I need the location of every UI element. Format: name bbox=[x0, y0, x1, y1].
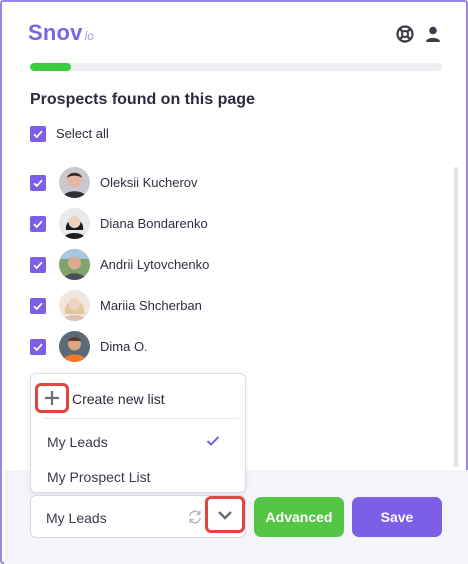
create-new-list-option[interactable]: Create new list bbox=[31, 374, 245, 418]
plus-icon[interactable] bbox=[35, 383, 69, 413]
logo-sub-text: io bbox=[84, 29, 94, 43]
prospect-name: Diana Bondarenko bbox=[100, 216, 208, 231]
advanced-button[interactable]: Advanced bbox=[254, 497, 344, 537]
prospect-checkbox[interactable] bbox=[30, 298, 46, 314]
select-all-checkbox[interactable] bbox=[30, 126, 46, 142]
progress-fill bbox=[30, 63, 72, 71]
prospect-checkbox[interactable] bbox=[30, 339, 46, 355]
dropdown-divider bbox=[43, 418, 239, 419]
avatar bbox=[59, 290, 90, 321]
prospect-checkbox[interactable] bbox=[30, 216, 46, 232]
prospect-checkbox[interactable] bbox=[30, 257, 46, 273]
list-select-value: My Leads bbox=[46, 510, 107, 526]
prospect-row[interactable]: Oleksii Kucherov bbox=[2, 163, 442, 203]
dropdown-option-my-prospect-list[interactable]: My Prospect List bbox=[47, 469, 150, 485]
logo-main-text: Snov bbox=[28, 20, 83, 45]
prospect-row[interactable]: Mariia Shcherban bbox=[2, 286, 442, 326]
user-icon[interactable] bbox=[424, 25, 442, 43]
prospect-name: Mariia Shcherban bbox=[100, 298, 202, 313]
create-new-list-label: Create new list bbox=[72, 391, 165, 407]
list-scrollbar[interactable] bbox=[454, 167, 458, 467]
prospect-row[interactable]: Andrii Lytovchenko bbox=[2, 245, 442, 285]
prospect-name: Dima O. bbox=[100, 339, 148, 354]
chevron-down-icon[interactable] bbox=[205, 496, 245, 533]
check-icon bbox=[206, 436, 220, 446]
avatar bbox=[59, 249, 90, 280]
select-all-label: Select all bbox=[56, 126, 109, 141]
avatar bbox=[59, 208, 90, 239]
sync-icon[interactable] bbox=[187, 509, 203, 525]
save-button[interactable]: Save bbox=[352, 497, 442, 537]
prospect-row[interactable]: Dima O. bbox=[2, 327, 442, 367]
list-dropdown-menu: Create new list My Leads My Prospect Lis… bbox=[30, 373, 246, 493]
progress-bar bbox=[30, 63, 442, 71]
prospect-name: Oleksii Kucherov bbox=[100, 175, 198, 190]
prospect-row[interactable]: Diana Bondarenko bbox=[2, 204, 442, 244]
avatar bbox=[59, 331, 90, 362]
page-title: Prospects found on this page bbox=[30, 91, 255, 108]
extension-panel: Snov io Prospects found on this page Sel… bbox=[0, 0, 468, 564]
snov-logo: Snov io bbox=[28, 20, 94, 46]
avatar bbox=[59, 167, 90, 198]
prospect-checkbox[interactable] bbox=[30, 175, 46, 191]
prospect-name: Andrii Lytovchenko bbox=[100, 257, 210, 272]
lifebuoy-icon[interactable] bbox=[396, 25, 414, 43]
dropdown-option-my-leads[interactable]: My Leads bbox=[47, 434, 108, 450]
